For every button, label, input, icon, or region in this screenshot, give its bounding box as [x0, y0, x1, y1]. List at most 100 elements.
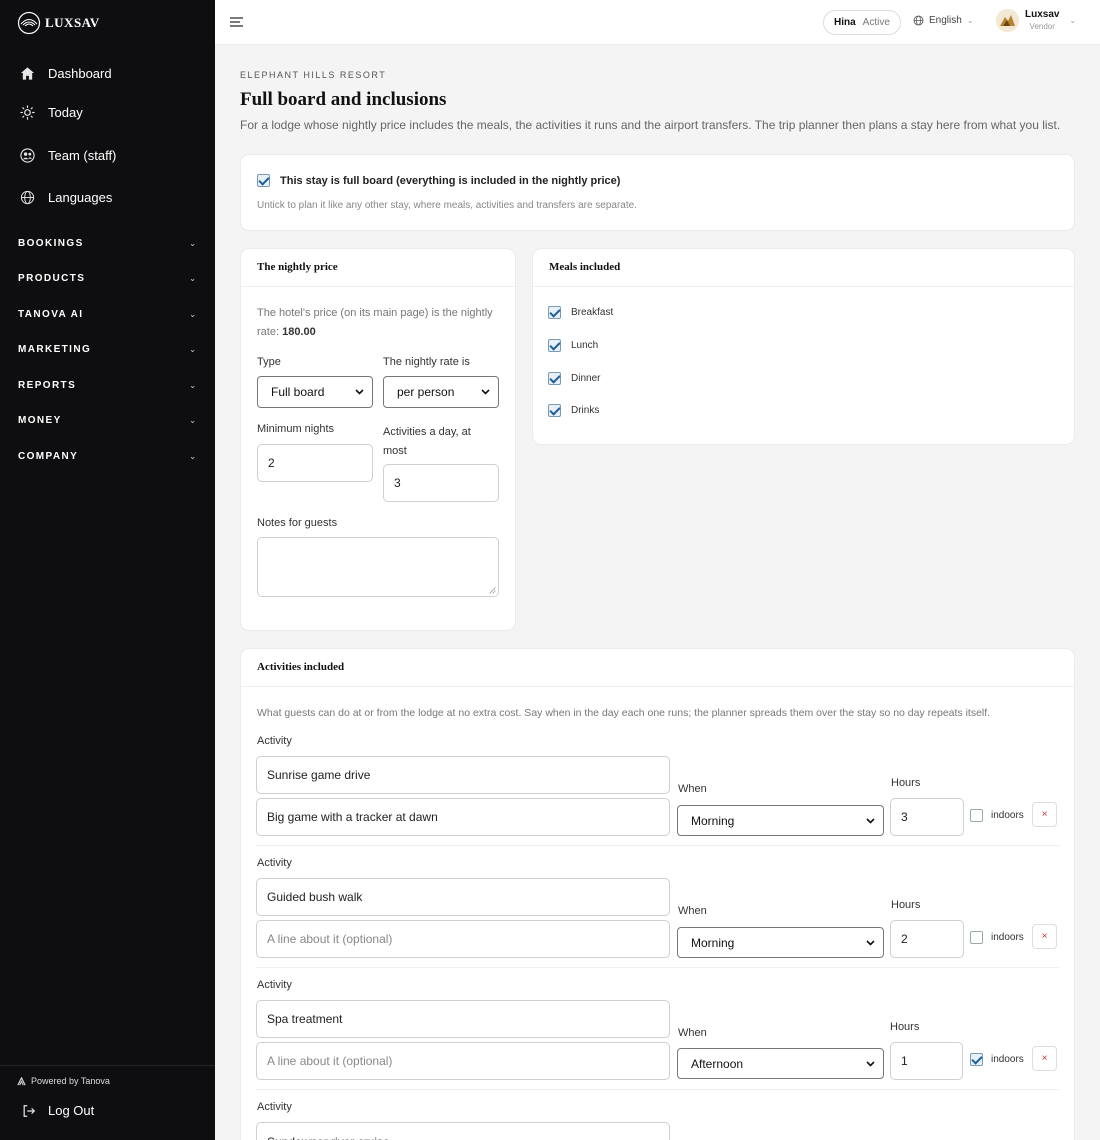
type-label: Type — [257, 356, 281, 368]
full-board-checkbox[interactable] — [257, 174, 270, 187]
indoors-checkbox[interactable] — [970, 931, 983, 944]
sidebar-item-today[interactable]: Today — [20, 105, 83, 120]
sidebar-section-label: MONEY — [18, 415, 62, 426]
sun-icon — [20, 105, 35, 120]
globe-icon — [913, 15, 924, 26]
when-select[interactable]: Morning — [677, 927, 884, 958]
remove-activity-button[interactable]: × — [1032, 924, 1057, 949]
activity-label: Activity — [257, 1101, 292, 1113]
hamburger-menu-icon[interactable] — [229, 15, 244, 29]
when-select-value: Morning — [691, 935, 735, 950]
language-label: English — [929, 15, 962, 26]
sidebar-item-team[interactable]: Team (staff) — [20, 148, 116, 163]
min-nights-input[interactable]: 2 — [257, 444, 373, 482]
sidebar-section-tanova-ai[interactable]: TANOVA AI ⌄ — [18, 309, 196, 320]
powered-by-label: Powered by Tanova — [31, 1076, 110, 1086]
when-select[interactable]: Afternoon — [677, 1048, 884, 1079]
sidebar-item-dashboard[interactable]: Dashboard — [20, 66, 112, 81]
sidebar-section-label: MARKETING — [18, 344, 92, 355]
activity-name-input[interactable]: Sundowner river cruise — [256, 1122, 670, 1140]
sidebar-section-marketing[interactable]: MARKETING ⌄ — [18, 344, 196, 355]
activity-name-input[interactable]: Guided bush walk — [256, 878, 670, 916]
chevron-down-icon: ⌄ — [189, 239, 196, 248]
topbar: Hina Active English ⌄ Luxsav Vendor ⌄ — [215, 0, 1100, 45]
meal-drinks[interactable]: Drinks — [548, 404, 599, 417]
powered-by[interactable]: Powered by Tanova — [17, 1076, 110, 1086]
sidebar-item-label: Team (staff) — [48, 148, 117, 163]
meal-checkbox[interactable] — [548, 339, 561, 352]
brand[interactable]: LUXSAV — [17, 11, 100, 35]
indoors-checkbox[interactable] — [970, 809, 983, 822]
activity-label: Activity — [257, 735, 292, 747]
indoors-toggle[interactable]: indoors — [970, 931, 1024, 944]
team-icon — [20, 148, 35, 163]
activity-divider — [256, 1089, 1059, 1090]
meal-label: Lunch — [571, 340, 599, 351]
when-label: When — [678, 783, 707, 795]
meal-lunch[interactable]: Lunch — [548, 339, 598, 352]
nightly-rate-value: 180.00 — [282, 326, 316, 338]
indoors-toggle[interactable]: indoors — [970, 809, 1024, 822]
chevron-down-icon: ⌄ — [189, 274, 196, 283]
sidebar-section-label: BOOKINGS — [18, 238, 84, 249]
sidebar-section-products[interactable]: PRODUCTS ⌄ — [18, 273, 196, 284]
when-select[interactable]: Morning — [677, 805, 884, 836]
activities-per-day-label: Activities a day, at most — [383, 423, 471, 461]
hours-input[interactable]: 2 — [890, 920, 964, 958]
status-pill[interactable]: Hina Active — [823, 10, 901, 35]
rate-basis-select-value: per person — [397, 385, 455, 399]
rate-basis-label: The nightly rate is — [383, 356, 470, 368]
hours-input[interactable]: 3 — [890, 798, 964, 836]
activity-about-input[interactable]: Big game with a tracker at dawn — [256, 798, 670, 836]
activity-label: Activity — [257, 857, 292, 869]
activity-divider — [256, 845, 1059, 846]
activity-name-input[interactable]: Spa treatment — [256, 1000, 670, 1038]
indoors-toggle[interactable]: indoors — [970, 1053, 1024, 1066]
meal-checkbox[interactable] — [548, 306, 561, 319]
full-board-toggle[interactable]: This stay is full board (everything is i… — [257, 174, 620, 187]
remove-activity-button[interactable]: × — [1032, 802, 1057, 827]
sidebar-section-label: REPORTS — [18, 380, 77, 391]
sidebar-divider — [0, 1065, 215, 1066]
sidebar-section-bookings[interactable]: BOOKINGS ⌄ — [18, 238, 196, 249]
rate-basis-select[interactable]: per person — [383, 376, 499, 408]
type-select-value: Full board — [271, 385, 325, 399]
min-nights-label: Minimum nights — [257, 423, 335, 435]
meal-checkbox[interactable] — [548, 372, 561, 385]
chevron-down-icon: ⌄ — [189, 452, 196, 461]
activity-about-input[interactable]: A line about it (optional) — [256, 1042, 670, 1080]
meal-breakfast[interactable]: Breakfast — [548, 306, 613, 319]
avatar — [996, 9, 1019, 32]
full-board-hint: Untick to plan it like any other stay, w… — [257, 200, 637, 211]
meal-checkbox[interactable] — [548, 404, 561, 417]
meal-label: Breakfast — [571, 307, 614, 318]
luxsav-logo-icon — [17, 11, 41, 35]
chevron-down-icon — [866, 1060, 875, 1067]
meal-dinner[interactable]: Dinner — [548, 372, 600, 385]
activity-name-input[interactable]: Sunrise game drive — [256, 756, 670, 794]
status-user: Hina — [834, 17, 856, 28]
sidebar-section-reports[interactable]: REPORTS ⌄ — [18, 380, 196, 391]
notes-textarea[interactable] — [257, 537, 499, 597]
sidebar-section-company[interactable]: COMPANY ⌄ — [18, 451, 196, 462]
activity-divider — [256, 967, 1059, 968]
remove-activity-button[interactable]: × — [1032, 1046, 1057, 1071]
meal-label: Dinner — [571, 373, 601, 384]
activities-per-day-input[interactable]: 3 — [383, 464, 499, 502]
activity-about-input[interactable]: A line about it (optional) — [256, 920, 670, 958]
type-select[interactable]: Full board — [257, 376, 373, 408]
sidebar-item-label: Dashboard — [48, 66, 112, 81]
user-menu[interactable]: Luxsav Vendor ⌄ — [996, 8, 1076, 33]
sidebar-section-money[interactable]: MONEY ⌄ — [18, 415, 196, 426]
activities-description: What guests can do at or from the lodge … — [257, 707, 991, 719]
activities-per-day-label-line1: Activities a day, at — [383, 426, 471, 438]
sidebar-item-languages[interactable]: Languages — [20, 190, 112, 205]
sidebar-section-label: PRODUCTS — [18, 273, 86, 284]
logout-button[interactable]: Log Out — [22, 1103, 94, 1118]
indoors-checkbox[interactable] — [970, 1053, 983, 1066]
hours-label: Hours — [890, 1021, 920, 1033]
resize-grip-icon[interactable] — [489, 587, 496, 594]
hours-input[interactable]: 1 — [890, 1042, 963, 1080]
language-selector[interactable]: English ⌄ — [913, 15, 974, 26]
sidebar-section-label: TANOVA AI — [18, 309, 84, 320]
